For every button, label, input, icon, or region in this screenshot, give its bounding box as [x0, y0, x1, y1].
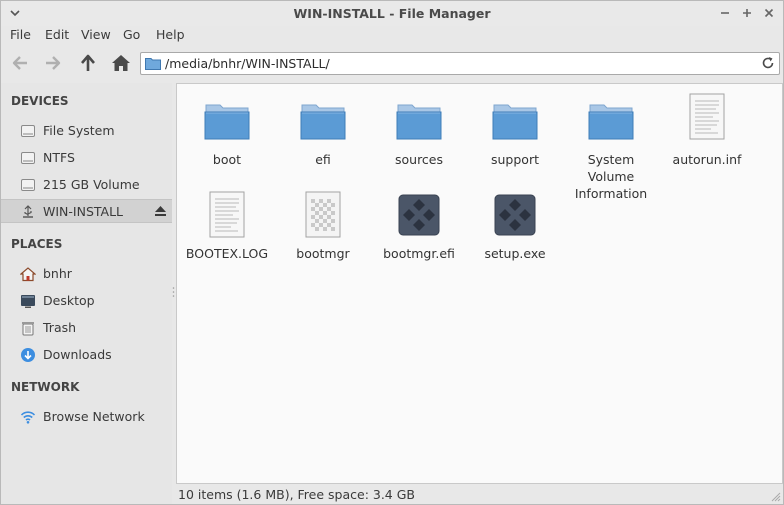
drive-icon: [21, 152, 35, 164]
desktop-icon: [21, 295, 35, 308]
reload-icon[interactable]: [760, 55, 776, 71]
drive-icon: [21, 179, 35, 191]
sidebar-item-label: Trash: [43, 320, 77, 335]
sidebar-item-home[interactable]: bnhr: [1, 262, 172, 286]
sidebar-item-label: WIN-INSTALL: [43, 204, 124, 219]
close-button[interactable]: [761, 5, 777, 21]
home-icon: [112, 55, 130, 71]
file-item-system-volume-information[interactable]: System Volume Information: [563, 97, 659, 201]
status-text: 10 items (1.6 MB), Free space: 3.4 GB: [178, 487, 415, 502]
up-button[interactable]: [77, 52, 99, 74]
location-bar[interactable]: /media/bnhr/WIN-INSTALL/: [140, 52, 780, 75]
text-file-icon: [209, 191, 245, 238]
file-label: autorun.inf: [672, 152, 742, 167]
eject-icon[interactable]: [154, 205, 167, 217]
file-label: boot: [212, 152, 242, 167]
file-item-bootmgr-efi[interactable]: bootmgr.efi: [371, 191, 467, 275]
file-label: setup.exe: [484, 246, 546, 261]
network-heading: NETWORK: [11, 380, 80, 394]
sidebar: DEVICES File System NTFS 215 GB Volume W…: [1, 83, 172, 504]
file-view[interactable]: boot efi sources support System Volume I…: [176, 83, 783, 484]
sidebar-item-win-install[interactable]: WIN-INSTALL: [1, 199, 172, 223]
folder-icon: [492, 104, 538, 140]
window-title: WIN-INSTALL - File Manager: [293, 6, 491, 21]
file-label: System Volume Information: [574, 152, 648, 201]
file-label: sources: [394, 152, 444, 167]
back-arrow-icon: [12, 56, 27, 70]
devices-heading: DEVICES: [11, 94, 69, 108]
executable-icon: [494, 194, 536, 236]
sidebar-item-215gb-volume[interactable]: 215 GB Volume: [1, 173, 172, 197]
file-item-autorun-inf[interactable]: autorun.inf: [659, 93, 755, 177]
folder-icon: [396, 104, 442, 140]
sidebar-item-desktop[interactable]: Desktop: [1, 289, 172, 313]
file-item-boot[interactable]: boot: [179, 97, 275, 177]
usb-drive-icon: [23, 205, 33, 218]
home-icon: [20, 267, 36, 282]
sidebar-item-label: Downloads: [43, 347, 112, 362]
sidebar-item-downloads[interactable]: Downloads: [1, 343, 172, 367]
menu-go[interactable]: Go: [123, 27, 140, 42]
file-manager-window: WIN-INSTALL - File Manager File Edit Vie…: [0, 0, 784, 505]
close-icon: [764, 8, 774, 18]
file-item-efi[interactable]: efi: [275, 97, 371, 177]
folder-icon: [588, 104, 634, 140]
sidebar-item-trash[interactable]: Trash: [1, 316, 172, 340]
menu-file[interactable]: File: [10, 27, 31, 42]
trash-icon: [22, 322, 34, 336]
minimize-icon: [721, 12, 729, 14]
downloads-icon: [21, 348, 35, 362]
sidebar-item-label: Desktop: [43, 293, 95, 308]
file-item-setup-exe[interactable]: setup.exe: [467, 191, 563, 275]
location-path[interactable]: /media/bnhr/WIN-INSTALL/: [165, 56, 330, 71]
wifi-icon: [20, 411, 36, 424]
sidebar-item-browse-network[interactable]: Browse Network: [1, 405, 172, 429]
file-label: BOOTEX.LOG: [185, 246, 269, 261]
file-item-bootex-log[interactable]: BOOTEX.LOG: [179, 191, 275, 275]
sidebar-item-label: Browse Network: [43, 409, 145, 424]
file-item-support[interactable]: support: [467, 97, 563, 177]
sidebar-item-label: bnhr: [43, 266, 72, 281]
drive-icon: [21, 125, 35, 137]
file-label: efi: [315, 152, 331, 167]
back-button[interactable]: [9, 52, 31, 74]
title-bar[interactable]: WIN-INSTALL - File Manager: [1, 1, 783, 26]
places-heading: PLACES: [11, 237, 63, 251]
forward-button[interactable]: [42, 52, 64, 74]
folder-icon: [145, 58, 161, 70]
up-arrow-icon: [81, 54, 95, 71]
home-button[interactable]: [110, 52, 132, 74]
sidebar-item-label: NTFS: [43, 150, 75, 165]
sidebar-item-label: File System: [43, 123, 115, 138]
file-label: bootmgr: [296, 246, 350, 261]
menu-view[interactable]: View: [81, 27, 111, 42]
sidebar-item-file-system[interactable]: File System: [1, 119, 172, 143]
folder-icon: [300, 104, 346, 140]
maximize-button[interactable]: [739, 5, 755, 21]
file-item-sources[interactable]: sources: [371, 97, 467, 177]
pane-resize-handle[interactable]: [172, 83, 175, 504]
binary-file-icon: [305, 191, 341, 238]
menu-edit[interactable]: Edit: [45, 27, 69, 42]
folder-icon: [204, 104, 250, 140]
forward-arrow-icon: [46, 56, 61, 70]
sidebar-item-ntfs[interactable]: NTFS: [1, 146, 172, 170]
status-bar: 10 items (1.6 MB), Free space: 3.4 GB: [176, 485, 783, 504]
executable-icon: [398, 194, 440, 236]
minimize-button[interactable]: [717, 5, 733, 21]
file-label: support: [491, 152, 539, 167]
sidebar-item-label: 215 GB Volume: [43, 177, 140, 192]
resize-grip-icon[interactable]: [771, 492, 781, 502]
file-label: bootmgr.efi: [383, 246, 455, 261]
menu-bar: File Edit View Go Help: [1, 26, 783, 45]
menu-help[interactable]: Help: [156, 27, 185, 42]
maximize-icon: [743, 9, 751, 17]
text-file-icon: [689, 93, 725, 140]
file-item-bootmgr[interactable]: bootmgr: [275, 191, 371, 275]
